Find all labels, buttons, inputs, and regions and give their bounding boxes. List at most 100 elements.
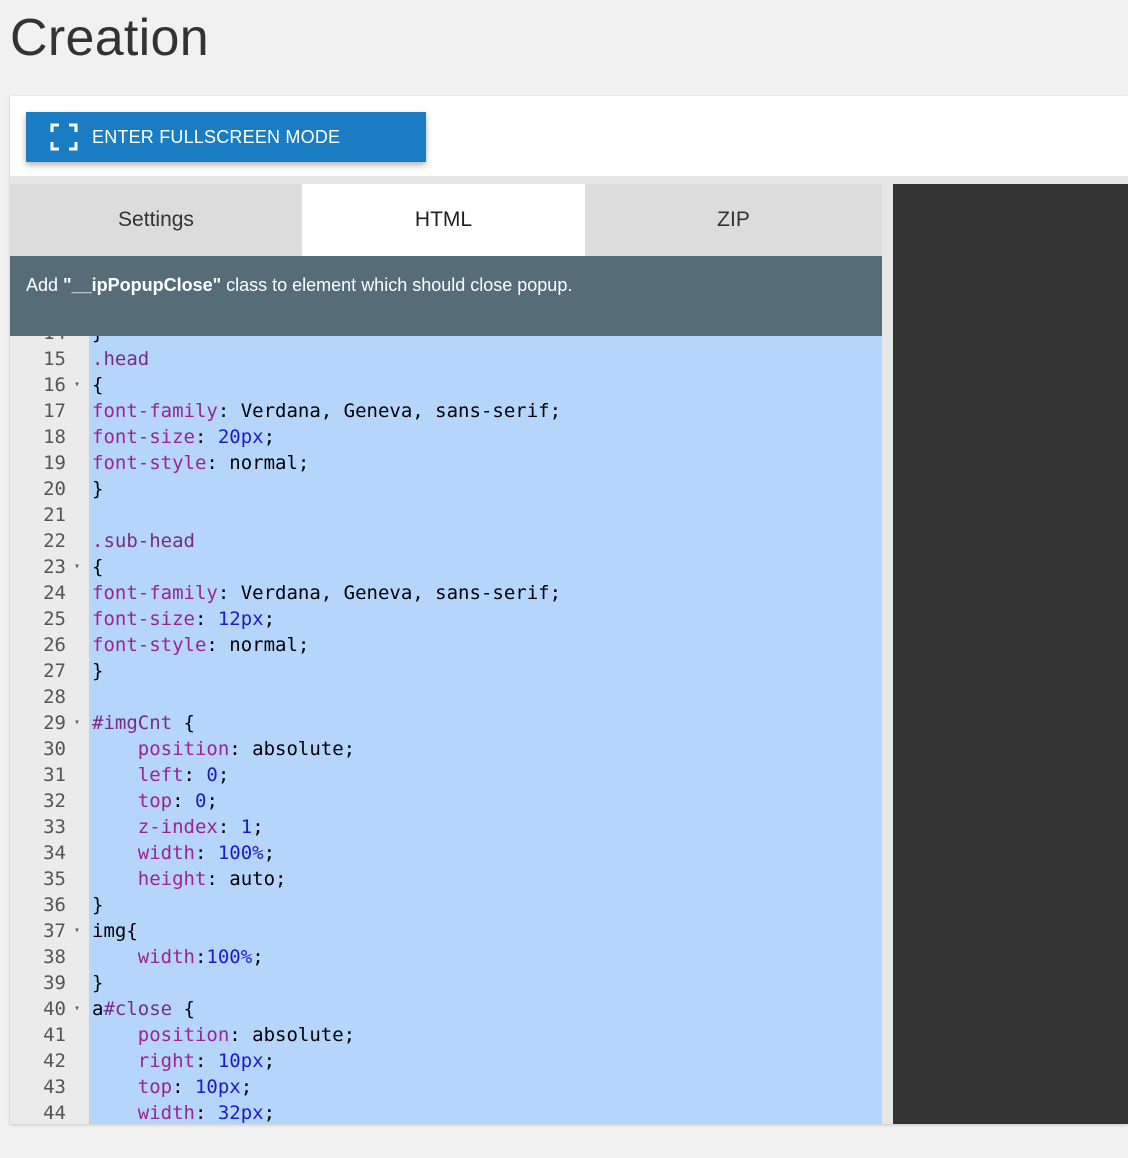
code-token: ;	[240, 1076, 253, 1098]
code-text: font-style: normal;	[92, 450, 309, 476]
line-number: 17	[43, 400, 66, 422]
code-line: 34 width: 100%;	[10, 840, 882, 866]
code-token: {	[92, 556, 104, 578]
code-token: }	[92, 660, 104, 682]
line-number: 15	[43, 348, 66, 370]
line-number: 35	[43, 868, 66, 890]
code-token: ;	[263, 1050, 276, 1072]
code-text: left: 0;	[92, 762, 230, 788]
code-text: position: absolute;	[92, 736, 355, 762]
line-number: 41	[43, 1024, 66, 1046]
code-line: 17 font-family: Verdana, Geneva, sans-ser…	[10, 398, 882, 424]
code-token: font-style	[92, 634, 207, 656]
line-number: 44	[43, 1102, 66, 1124]
code-line: 27}	[10, 658, 882, 684]
code-text: }	[92, 476, 103, 502]
code-token: 100%	[206, 946, 253, 968]
code-line: 32 top: 0;	[10, 788, 882, 814]
code-token: : normal;	[206, 634, 310, 656]
code-token: width	[137, 946, 195, 968]
code-line: 35 height: auto;	[10, 866, 882, 892]
code-token: position	[137, 738, 230, 760]
code-token: a	[92, 998, 104, 1020]
code-line: 38 width:100%;	[10, 944, 882, 970]
line-number: 36	[43, 894, 66, 916]
code-line: 40 ▾ a#close {	[10, 996, 882, 1022]
code-text: {	[92, 554, 103, 580]
line-number: 22	[43, 530, 66, 552]
code-line: 18 font-size: 20px;	[10, 424, 882, 450]
code-line: 23 ▾ {	[10, 554, 882, 580]
preview-pane	[893, 184, 1128, 1124]
line-number: 29	[43, 712, 66, 734]
line-number: 21	[43, 504, 66, 526]
code-text: font-size: 12px;	[92, 606, 275, 632]
line-number: 39	[43, 972, 66, 994]
code-token: font-style	[92, 452, 207, 474]
code-line: 14}	[10, 336, 882, 346]
code-text: font-style: normal;	[92, 632, 309, 658]
code-line: 44 width: 32px;	[10, 1100, 882, 1124]
code-line: 25 font-size: 12px;	[10, 606, 882, 632]
tab-settings[interactable]: Settings	[10, 184, 302, 256]
code-token: ;	[252, 816, 264, 838]
tab-zip[interactable]: ZIP	[585, 184, 882, 256]
info-prefix: Add	[26, 275, 64, 295]
code-token: .head	[92, 348, 150, 370]
line-number: 25	[43, 608, 66, 630]
code-line: 39}	[10, 970, 882, 996]
code-token: img{	[92, 920, 138, 942]
code-token: z-index	[137, 816, 218, 838]
code-text: .sub-head	[92, 528, 195, 554]
line-number: 23	[43, 556, 66, 578]
code-line: 21	[10, 502, 882, 528]
code-token: font-size	[92, 608, 195, 630]
fold-arrow-icon[interactable]: ▾	[70, 996, 84, 1022]
code-editor[interactable]: 14}15.head16▾{17font-family: Verdana, Ge…	[10, 336, 882, 1124]
code-token: }	[92, 336, 103, 344]
line-number: 28	[43, 686, 66, 708]
code-token: left	[137, 764, 184, 786]
fold-arrow-icon[interactable]: ▾	[70, 918, 84, 944]
line-number: 33	[43, 816, 66, 838]
code-line: 20}	[10, 476, 882, 502]
code-text: z-index: 1;	[92, 814, 264, 840]
code-text: top: 10px;	[92, 1074, 252, 1100]
code-line: 15 .head	[10, 346, 882, 372]
code-token: 20px	[217, 426, 264, 448]
code-text: {	[92, 372, 103, 398]
code-token: :	[194, 426, 218, 448]
tab-html[interactable]: HTML	[302, 184, 585, 256]
page-title: Creation	[10, 9, 209, 67]
code-token: 1	[240, 816, 253, 838]
fold-arrow-icon[interactable]: ▾	[70, 554, 84, 580]
code-text: right: 10px;	[92, 1048, 275, 1074]
line-number: 26	[43, 634, 66, 656]
code-line: 16 ▾ {	[10, 372, 882, 398]
code-text: }	[92, 336, 103, 346]
code-token: : absolute;	[229, 738, 356, 760]
fold-arrow-icon[interactable]: ▾	[70, 372, 84, 398]
code-token: :	[194, 608, 218, 630]
code-token: font-family	[92, 400, 218, 422]
line-number: 14	[10, 336, 66, 346]
code-token: : absolute;	[229, 1024, 356, 1046]
code-token: 10px	[194, 1076, 241, 1098]
line-number: 20	[43, 478, 66, 500]
code-token: {	[92, 374, 104, 396]
code-token: .sub-head	[92, 530, 195, 552]
code-line: 19 font-style: normal;	[10, 450, 882, 476]
code-token: :	[183, 764, 207, 786]
code-token: 0	[206, 764, 218, 786]
code-text: font-family: Verdana, Geneva, sans-serif…	[92, 580, 561, 606]
enter-fullscreen-button[interactable]: ENTER FULLSCREEN MODE	[26, 112, 426, 162]
line-number: 34	[43, 842, 66, 864]
code-line: 33 z-index: 1;	[10, 814, 882, 840]
code-text: width:100%;	[92, 944, 264, 970]
line-number: 31	[43, 764, 66, 786]
fold-arrow-icon[interactable]: ▾	[70, 710, 84, 736]
code-line: 31 left: 0;	[10, 762, 882, 788]
